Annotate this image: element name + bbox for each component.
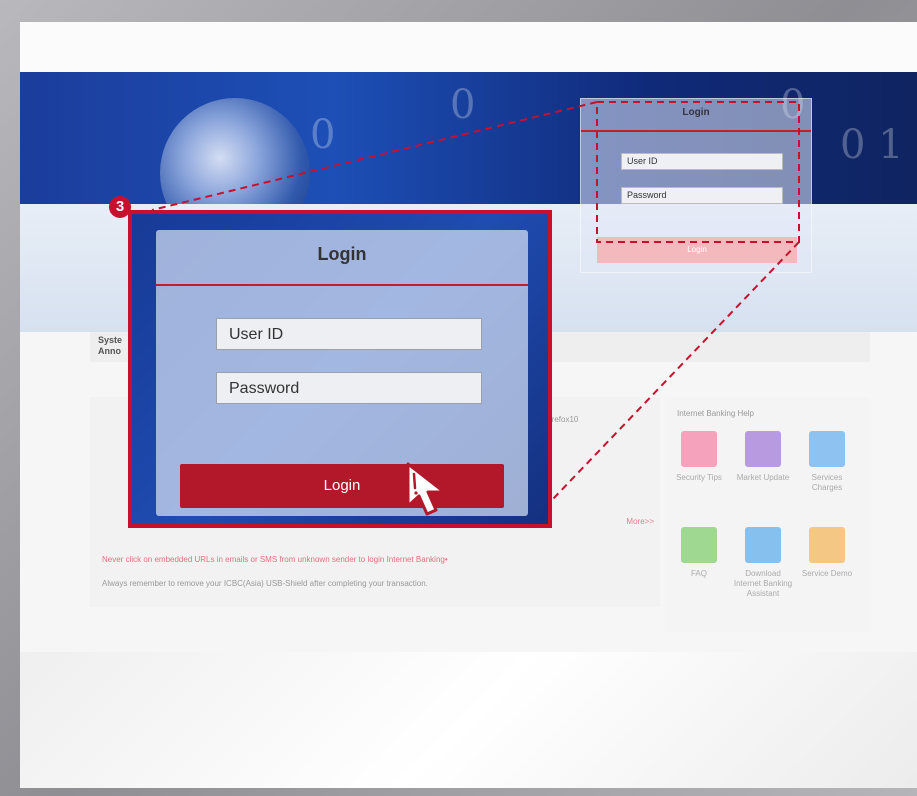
login-zoom-callout: Login User ID Password Login: [128, 210, 552, 528]
decor-digit: 0 1: [840, 122, 904, 168]
help-item-market-update[interactable]: Market Update: [733, 431, 793, 483]
decor-digit: 0: [310, 112, 336, 158]
notice-usb-shield: Always remember to remove your ICBC(Asia…: [102, 579, 428, 588]
help-item-faq[interactable]: FAQ: [669, 527, 729, 579]
help-item-security-tips[interactable]: Security Tips: [669, 431, 729, 483]
login-title-small: Login: [682, 107, 710, 118]
help-item-label: Market Update: [736, 473, 790, 482]
internet-banking-help: Internet Banking Help Security Tips Mark…: [665, 397, 870, 632]
login-divider-small: [581, 130, 811, 132]
user-id-input-small[interactable]: User ID: [621, 153, 783, 170]
decor-digit: 0: [450, 82, 476, 128]
password-input-small[interactable]: Password: [621, 187, 783, 204]
help-item-label: Download Internet Banking Assistant: [733, 569, 793, 598]
login-panel-small: Login User ID Password Login: [580, 98, 812, 273]
globe-graphic: [160, 98, 310, 204]
help-item-label: FAQ: [690, 569, 707, 578]
security-tips-icon: [681, 431, 717, 467]
help-item-services-charges[interactable]: Services Charges: [797, 431, 857, 493]
market-update-icon: [745, 431, 781, 467]
help-title: Internet Banking Help: [677, 409, 754, 418]
services-charges-icon: [809, 431, 845, 467]
faq-icon: [681, 527, 717, 563]
step-number-badge: 3: [109, 196, 131, 218]
page-header-area: [20, 22, 917, 72]
help-item-download-assistant[interactable]: Download Internet Banking Assistant: [733, 527, 793, 599]
password-input[interactable]: Password: [216, 372, 482, 404]
login-title: Login: [317, 244, 367, 264]
help-item-label: Service Demo: [801, 569, 853, 578]
page-footer-area: [20, 652, 917, 788]
login-divider: [156, 284, 528, 286]
download-assistant-icon: [745, 527, 781, 563]
help-item-service-demo[interactable]: Service Demo: [797, 527, 857, 579]
help-item-label: Security Tips: [676, 473, 722, 482]
user-id-input[interactable]: User ID: [216, 318, 482, 350]
login-button-small[interactable]: Login: [597, 237, 797, 263]
service-demo-icon: [809, 527, 845, 563]
login-card: Login User ID Password Login: [156, 230, 528, 516]
pointer-cursor-icon: [406, 462, 446, 516]
help-item-label: Services Charges: [811, 473, 843, 492]
more-link[interactable]: More>>: [626, 517, 654, 526]
notice-embedded-urls: Never click on embedded URLs in emails o…: [102, 555, 448, 564]
